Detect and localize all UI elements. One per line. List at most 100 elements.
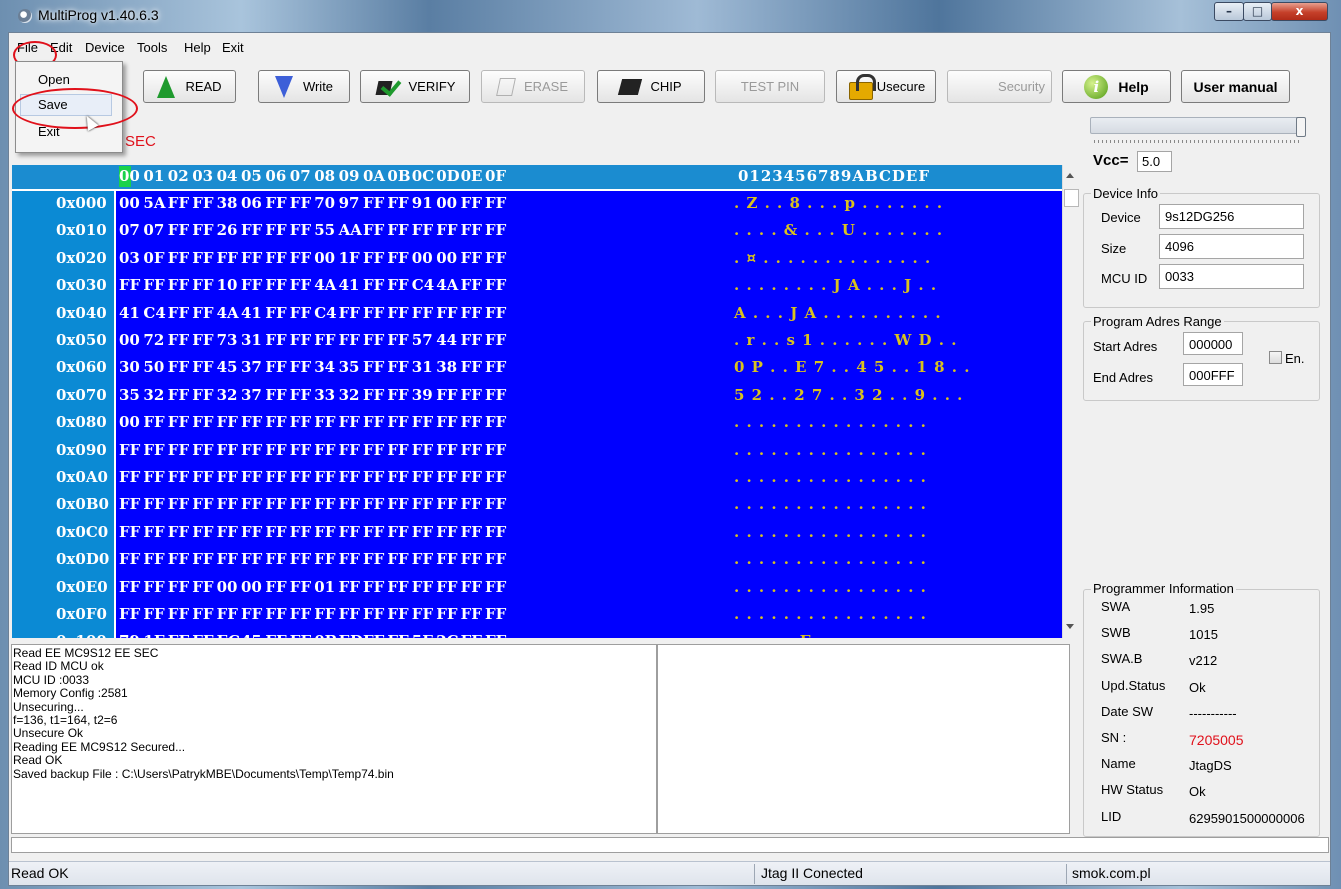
hex-byte-cell[interactable]: FF bbox=[485, 632, 506, 638]
hex-byte-cell[interactable]: FF bbox=[168, 276, 189, 294]
usecure-button[interactable]: Usecure bbox=[836, 70, 936, 103]
hex-byte-cell[interactable]: FF bbox=[339, 578, 360, 596]
hex-byte-cell[interactable]: FF bbox=[339, 495, 360, 513]
hex-ascii-cell[interactable]: . . . . & . . . U . . . . . . . bbox=[734, 221, 943, 239]
hex-byte-cell[interactable]: FF bbox=[339, 605, 360, 623]
hex-byte-cell[interactable]: EC bbox=[217, 632, 240, 638]
hex-ascii-cell[interactable]: . r . . s 1 . . . . . . W D . . bbox=[734, 331, 957, 349]
hex-byte-cell[interactable]: FF bbox=[265, 331, 286, 349]
hex-byte-cell[interactable]: FF bbox=[461, 632, 482, 638]
hex-byte-cell[interactable]: FF bbox=[290, 523, 311, 541]
hex-byte-cell[interactable]: FF bbox=[217, 605, 238, 623]
hex-byte-cell[interactable]: FF bbox=[412, 304, 433, 322]
read-button[interactable]: READ bbox=[143, 70, 236, 103]
device-field[interactable]: 9s12DG256 bbox=[1159, 204, 1304, 229]
hex-ascii-cell[interactable]: . . . . . . . . . . . . . . . . bbox=[734, 578, 927, 596]
hex-byte-cell[interactable]: FF bbox=[217, 495, 238, 513]
hex-byte-cell[interactable]: FF bbox=[485, 550, 506, 568]
hex-byte-cell[interactable]: FF bbox=[363, 249, 384, 267]
hex-byte-cell[interactable]: FF bbox=[119, 441, 140, 459]
hex-byte-cell[interactable]: 4A bbox=[217, 304, 239, 322]
hex-byte-cell[interactable]: FF bbox=[485, 276, 506, 294]
hex-byte-cell[interactable]: FF bbox=[363, 331, 384, 349]
hex-byte-cell[interactable]: FF bbox=[241, 441, 262, 459]
hex-editor-grid[interactable]: 00 01 02 03 04 05 06 07 08 09 0A 0B 0C 0D 0E 0F 01234567… bbox=[12, 165, 1068, 638]
hex-byte-cell[interactable]: FF bbox=[241, 221, 262, 239]
hex-byte-cell[interactable]: FF bbox=[461, 495, 482, 513]
hex-byte-cell[interactable]: FF bbox=[241, 413, 262, 431]
hex-byte-cell[interactable]: 32 bbox=[217, 386, 238, 404]
hex-byte-cell[interactable]: FF bbox=[265, 358, 286, 376]
hex-byte-cell[interactable]: FF bbox=[461, 605, 482, 623]
hex-byte-cell[interactable]: 73 bbox=[217, 331, 238, 349]
hex-byte-cell[interactable]: FF bbox=[436, 441, 457, 459]
hex-byte-cell[interactable]: FF bbox=[143, 441, 164, 459]
hex-byte-cell[interactable]: 00 bbox=[436, 249, 457, 267]
hex-byte-cell[interactable]: FF bbox=[363, 495, 384, 513]
menu-help[interactable]: Help bbox=[184, 40, 211, 55]
hex-byte-cell[interactable]: FF bbox=[119, 523, 140, 541]
hex-byte-cell[interactable]: FF bbox=[168, 550, 189, 568]
hex-byte-cell[interactable]: FF bbox=[436, 413, 457, 431]
hex-byte-cell[interactable]: FF bbox=[387, 495, 408, 513]
hex-byte-cell[interactable]: 00 bbox=[119, 413, 140, 431]
hex-byte-cell[interactable]: FF bbox=[363, 413, 384, 431]
hex-byte-cell[interactable]: C4 bbox=[412, 276, 434, 294]
hex-scrollbar[interactable] bbox=[1062, 165, 1080, 638]
hex-byte-cell[interactable]: FF bbox=[436, 468, 457, 486]
hex-byte-cell[interactable]: 72 bbox=[143, 331, 164, 349]
hex-byte-cell[interactable]: 00 bbox=[314, 249, 335, 267]
hex-byte-cell[interactable]: FF bbox=[119, 276, 140, 294]
scroll-down-icon[interactable] bbox=[1066, 624, 1074, 629]
hex-byte-cell[interactable]: FF bbox=[192, 578, 213, 596]
hex-byte-cell[interactable]: FF bbox=[485, 468, 506, 486]
hex-byte-cell[interactable]: FF bbox=[363, 386, 384, 404]
hex-byte-cell[interactable]: 4A bbox=[314, 276, 336, 294]
hex-byte-cell[interactable]: 41 bbox=[241, 304, 262, 322]
hex-byte-cell[interactable]: 1F bbox=[339, 249, 360, 267]
hex-byte-cell[interactable]: 91 bbox=[412, 194, 433, 212]
hex-byte-cell[interactable]: FF bbox=[241, 523, 262, 541]
hex-byte-cell[interactable]: FF bbox=[436, 550, 457, 568]
hex-byte-cell[interactable]: FF bbox=[485, 605, 506, 623]
hex-byte-cell[interactable]: 06 bbox=[241, 194, 262, 212]
hex-byte-cell[interactable]: FF bbox=[290, 441, 311, 459]
hex-byte-cell[interactable]: 07 bbox=[143, 221, 164, 239]
hex-byte-cell[interactable]: FF bbox=[314, 523, 335, 541]
hex-byte-cell[interactable]: FF bbox=[265, 550, 286, 568]
hex-byte-cell[interactable]: FF bbox=[363, 358, 384, 376]
hex-byte-cell[interactable]: FF bbox=[192, 632, 213, 638]
hex-byte-cell[interactable]: FF bbox=[412, 495, 433, 513]
hex-byte-cell[interactable]: FF bbox=[387, 249, 408, 267]
hex-byte-cell[interactable]: FF bbox=[119, 578, 140, 596]
hex-byte-cell[interactable]: FF bbox=[387, 632, 408, 638]
hex-byte-cell[interactable]: FF bbox=[387, 331, 408, 349]
test-pin-button[interactable]: TEST PIN bbox=[715, 70, 825, 103]
hex-byte-cell[interactable]: FF bbox=[241, 605, 262, 623]
scroll-thumb[interactable] bbox=[1064, 189, 1079, 207]
hex-byte-cell[interactable]: FF bbox=[192, 331, 213, 349]
erase-button[interactable]: ERASE bbox=[481, 70, 585, 103]
hex-byte-cell[interactable]: FF bbox=[436, 221, 457, 239]
hex-byte-cell[interactable]: AA bbox=[339, 221, 362, 239]
verify-button[interactable]: VERIFY bbox=[360, 70, 470, 103]
hex-byte-cell[interactable]: FF bbox=[363, 304, 384, 322]
hex-byte-cell[interactable]: 97 bbox=[339, 194, 360, 212]
hex-ascii-cell[interactable]: . ¤ . . . . . . . . . . . . . . bbox=[734, 249, 931, 267]
hex-byte-cell[interactable]: 41 bbox=[119, 304, 140, 322]
hex-byte-cell[interactable]: FF bbox=[192, 550, 213, 568]
hex-ascii-cell[interactable]: . . . . . . . . . . . . . . . . bbox=[734, 413, 927, 431]
hex-byte-cell[interactable]: FF bbox=[485, 578, 506, 596]
hex-byte-cell[interactable]: FF bbox=[461, 523, 482, 541]
hex-byte-cell[interactable]: FF bbox=[339, 441, 360, 459]
start-adres-field[interactable]: 000000 bbox=[1183, 332, 1243, 355]
vcc-slider-track[interactable] bbox=[1090, 117, 1305, 134]
title-bar[interactable]: MultiProg v1.40.6.3 – □ x bbox=[0, 0, 1341, 32]
hex-byte-cell[interactable]: FF bbox=[461, 468, 482, 486]
hex-byte-cell[interactable]: 00 bbox=[412, 249, 433, 267]
hex-byte-cell[interactable]: FF bbox=[143, 495, 164, 513]
hex-byte-cell[interactable]: 03 bbox=[119, 249, 140, 267]
hex-byte-cell[interactable]: 34 bbox=[314, 358, 335, 376]
hex-byte-cell[interactable]: FF bbox=[387, 386, 408, 404]
hex-byte-cell[interactable]: FF bbox=[314, 495, 335, 513]
